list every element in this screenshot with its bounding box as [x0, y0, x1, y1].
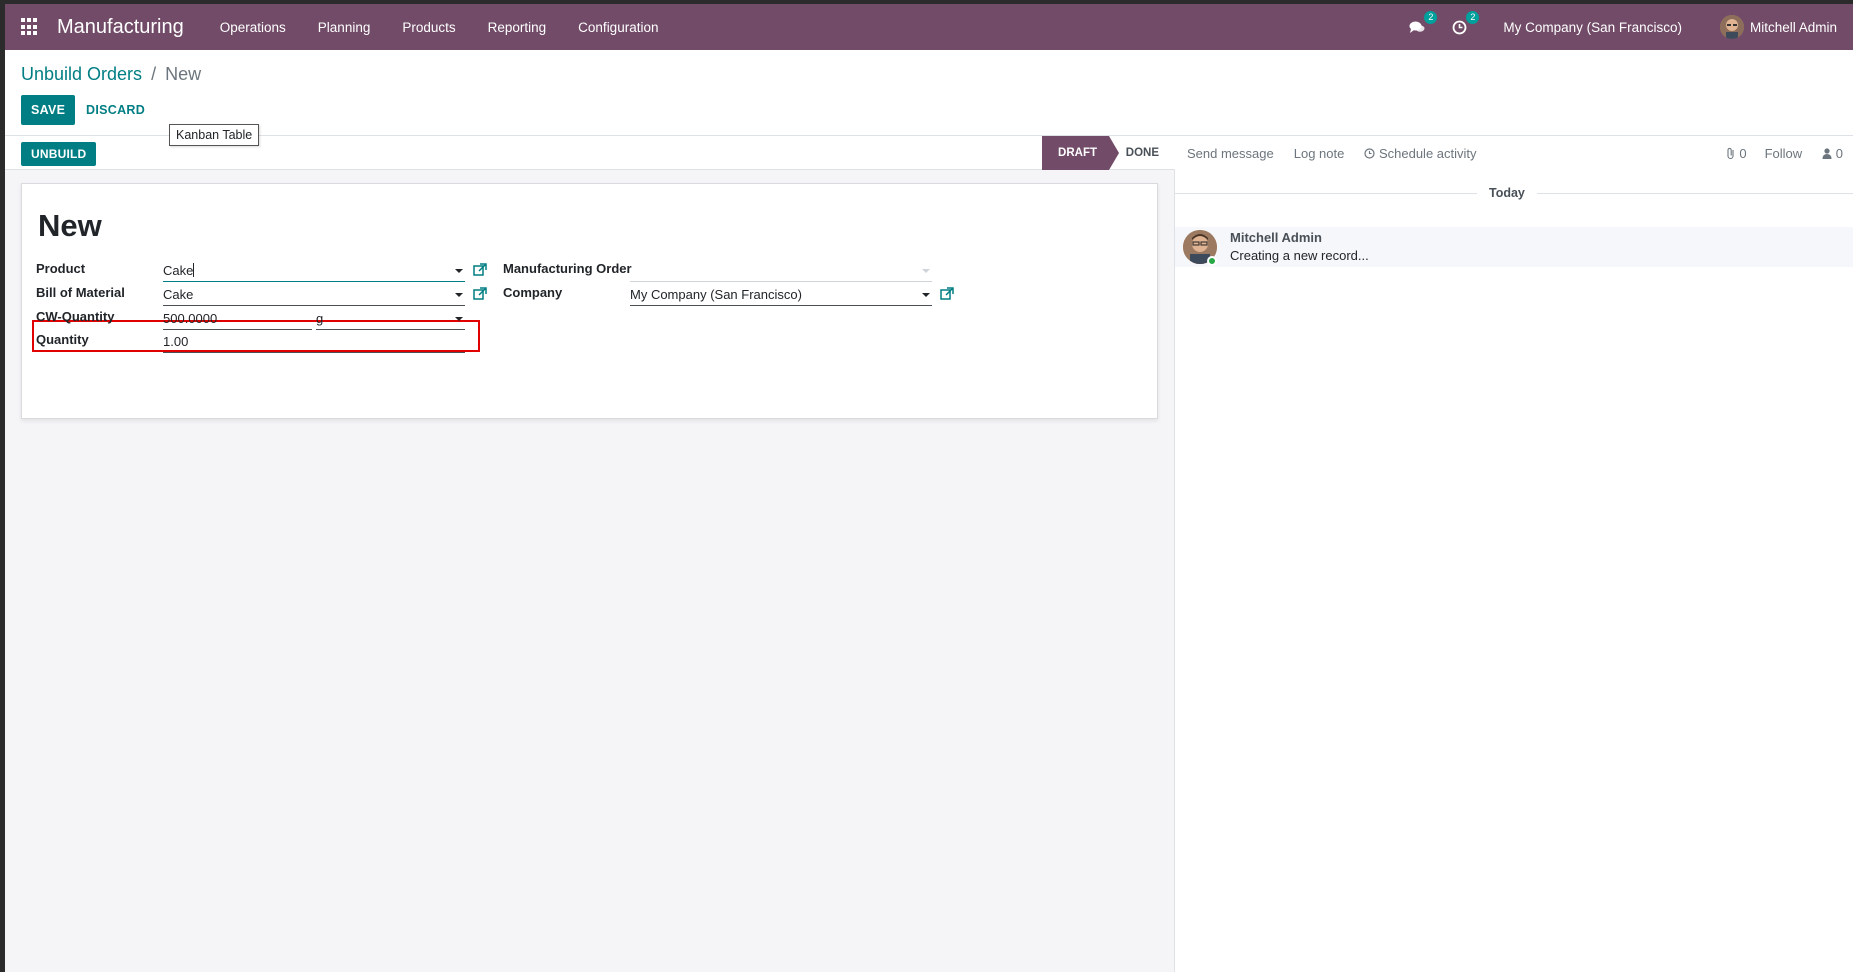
chatter-topbar: Send message Log note Schedule activity …: [1175, 136, 1853, 170]
form-view: UNBUILD DRAFT DONE New Product Cake Bill…: [5, 136, 1175, 972]
chatter-message: Mitchell Admin Creating a new record...: [1175, 227, 1853, 267]
text-cursor: [193, 263, 195, 277]
clock-icon: [1364, 147, 1375, 159]
attachments-count: 0: [1739, 145, 1747, 161]
schedule-activity-label: Schedule activity: [1378, 145, 1477, 161]
quantity-label: Quantity: [36, 332, 89, 347]
cw-quantity-value: 500.0000: [163, 311, 218, 326]
chat-bubbles-icon: [1409, 21, 1425, 33]
clock-icon: [1452, 20, 1467, 34]
quantity-field[interactable]: 1.00: [163, 331, 465, 353]
paperclip-icon: [1727, 147, 1734, 159]
main-navbar: Manufacturing Operations Planning Produc…: [5, 4, 1853, 50]
app-name[interactable]: Manufacturing: [57, 16, 184, 39]
save-button[interactable]: SAVE: [21, 95, 76, 125]
messaging-menu[interactable]: 2: [1407, 11, 1438, 37]
manufacturing-order-field[interactable]: [630, 260, 932, 282]
user-icon: [1822, 147, 1832, 159]
schedule-activity-button[interactable]: Schedule activity: [1364, 145, 1477, 161]
unbuild-button[interactable]: UNBUILD: [21, 142, 97, 166]
menu-configuration[interactable]: Configuration: [562, 20, 674, 35]
cw-quantity-label: CW-Quantity: [36, 309, 115, 324]
product-dropdown-caret-icon[interactable]: [455, 269, 463, 273]
cw-uom-value: g: [316, 311, 324, 326]
date-separator-label: Today: [1477, 186, 1537, 200]
company-label: Company: [503, 285, 563, 300]
user-avatar: [1719, 15, 1744, 39]
product-value: Cake: [163, 263, 194, 278]
activities-badge: 2: [1466, 11, 1480, 24]
company-field[interactable]: My Company (San Francisco): [630, 284, 932, 306]
company-external-link-icon[interactable]: [940, 287, 954, 301]
log-note-button[interactable]: Log note: [1294, 146, 1345, 161]
record-title: New: [38, 208, 102, 243]
message-body: Creating a new record...: [1230, 248, 1369, 263]
product-external-link-icon[interactable]: [473, 263, 487, 277]
chatter: Send message Log note Schedule activity …: [1175, 136, 1853, 972]
apps-menu-icon[interactable]: [21, 18, 39, 36]
user-name: Mitchell Admin: [1749, 19, 1837, 35]
navbar-systray: 2 2 My Company (San Francisco) Mitchell …: [1407, 4, 1853, 50]
breadcrumb: Unbuild Orders / New: [21, 64, 201, 85]
messages-badge: 2: [1424, 11, 1438, 24]
discard-button[interactable]: DISCARD: [86, 103, 145, 117]
attachments-button[interactable]: 0: [1726, 146, 1747, 161]
bom-dropdown-caret-icon[interactable]: [455, 293, 463, 297]
online-status-icon: [1207, 256, 1217, 266]
bom-value: Cake: [163, 287, 194, 302]
breadcrumb-current: New: [165, 64, 202, 84]
followers-count: 0: [1835, 145, 1843, 161]
bom-field[interactable]: Cake: [163, 284, 465, 306]
bom-external-link-icon[interactable]: [473, 287, 487, 301]
product-label: Product: [36, 261, 86, 276]
breadcrumb-separator: /: [151, 64, 157, 84]
send-message-button[interactable]: Send message: [1187, 146, 1274, 161]
cw-quantity-field[interactable]: 500.0000: [163, 308, 312, 330]
menu-planning[interactable]: Planning: [302, 20, 387, 35]
manufacturing-order-label: Manufacturing Order: [503, 261, 632, 276]
manufacturing-order-dropdown-caret-icon[interactable]: [922, 269, 930, 273]
user-menu[interactable]: Mitchell Admin: [1719, 15, 1837, 39]
activity-menu[interactable]: 2: [1449, 11, 1480, 37]
menu-reporting[interactable]: Reporting: [472, 20, 563, 35]
company-dropdown-caret-icon[interactable]: [922, 293, 930, 297]
form-sheet: New Product Cake Bill of Material Cake C…: [21, 183, 1158, 419]
cw-uom-field[interactable]: g: [316, 308, 465, 330]
bom-label: Bill of Material: [36, 285, 125, 300]
company-value: My Company (San Francisco): [630, 287, 802, 302]
stage-draft[interactable]: DRAFT: [1042, 136, 1119, 170]
quantity-value: 1.00: [163, 334, 189, 349]
message-author[interactable]: Mitchell Admin: [1230, 230, 1322, 245]
stage-done[interactable]: DONE: [1126, 136, 1159, 170]
breadcrumb-unbuild-orders[interactable]: Unbuild Orders: [21, 64, 142, 84]
follow-button[interactable]: Follow: [1765, 146, 1803, 161]
menu-operations[interactable]: Operations: [204, 20, 302, 35]
control-panel: Unbuild Orders / New SAVE DISCARD: [5, 50, 1853, 136]
product-field[interactable]: Cake: [163, 260, 465, 282]
company-switcher[interactable]: My Company (San Francisco): [1503, 20, 1682, 35]
cw-uom-dropdown-caret-icon[interactable]: [455, 317, 463, 321]
menu-products[interactable]: Products: [386, 20, 471, 35]
tooltip: Kanban Table: [169, 124, 260, 146]
followers-button[interactable]: 0: [1822, 146, 1843, 161]
chatter-right-tools: 0 Follow 0: [1726, 136, 1853, 170]
